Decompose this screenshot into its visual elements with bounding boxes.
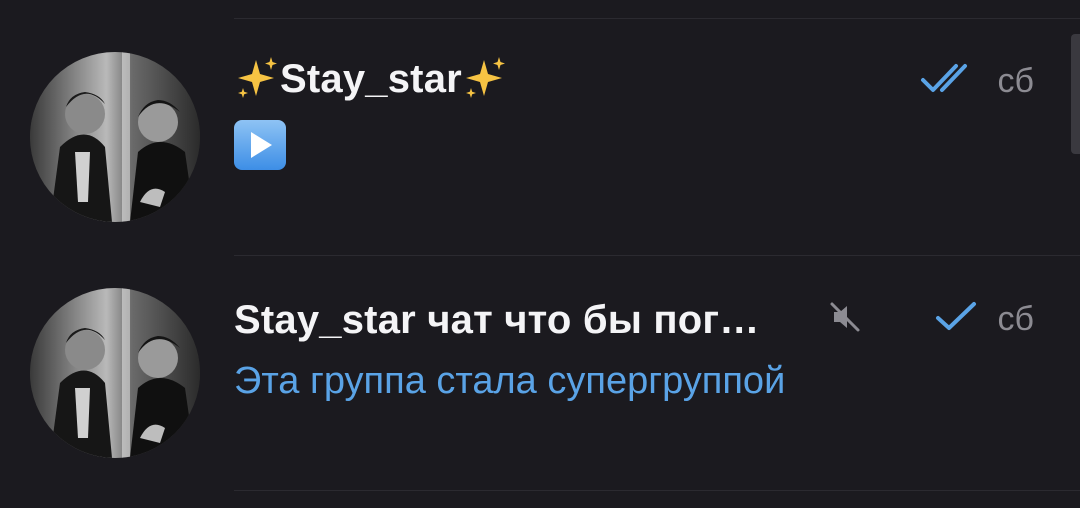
check-icon	[936, 302, 976, 330]
chat-list-item[interactable]: Stay_star сб	[0, 20, 1080, 256]
chat-preview: Эта группа стала супергруппой	[234, 360, 786, 402]
sparkles-icon	[465, 57, 505, 98]
avatar	[30, 288, 200, 458]
chat-list-item[interactable]: Stay_star чат что бы пог… сб Эта группа …	[0, 256, 1080, 492]
double-check-icon	[921, 64, 967, 92]
top-divider	[234, 18, 1080, 19]
avatar	[30, 52, 200, 222]
chat-title: Stay_star чат что бы пог…	[234, 298, 759, 343]
muted-speaker-icon	[830, 302, 860, 332]
chat-time: сб	[997, 62, 1034, 100]
sparkles-icon	[238, 57, 277, 98]
chat-title-text: Stay_star чат что бы пог…	[234, 298, 760, 342]
play-button-emoji-icon	[234, 120, 286, 170]
chat-time: сб	[997, 300, 1034, 338]
chat-title: Stay_star	[234, 54, 508, 102]
chat-title-text: Stay_star	[280, 57, 462, 101]
row-divider	[234, 490, 1080, 491]
